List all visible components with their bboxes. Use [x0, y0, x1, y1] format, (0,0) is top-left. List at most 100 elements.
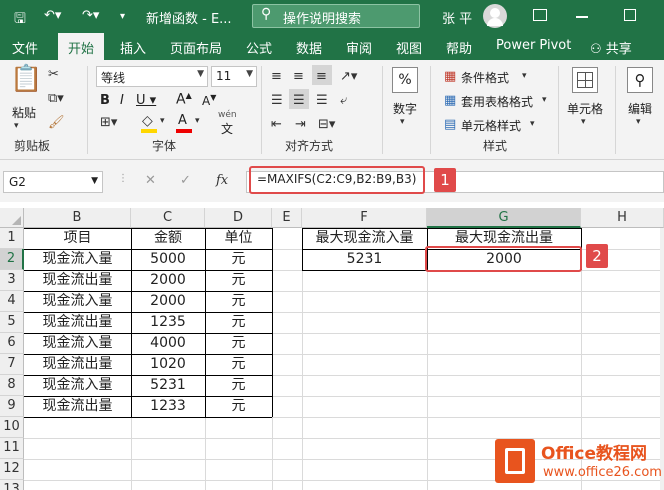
table-cell[interactable]: 现金流出量 — [24, 270, 131, 291]
tab-page-layout[interactable]: 页面布局 — [170, 38, 222, 57]
tab-home[interactable]: 开始 — [58, 33, 104, 60]
percent-icon[interactable]: % — [392, 67, 418, 93]
tab-formulas[interactable]: 公式 — [246, 38, 272, 57]
insert-function-icon[interactable]: fx — [216, 174, 228, 187]
share-button[interactable]: ⚇ 共享 — [590, 38, 632, 57]
fill-color-icon[interactable]: ◇ — [142, 114, 153, 128]
conditional-format-button[interactable]: 条件格式 — [461, 69, 509, 86]
row-header-5[interactable]: 5 — [0, 312, 24, 333]
paste-button[interactable]: 粘贴 — [12, 104, 36, 121]
row-header-9[interactable]: 9 — [0, 396, 24, 417]
column-header-d[interactable]: D — [205, 208, 272, 228]
format-painter-icon[interactable]: 🖌 — [48, 116, 65, 129]
column-header-h[interactable]: H — [581, 208, 664, 228]
table-cell[interactable]: 现金流入量 — [24, 375, 131, 396]
search-box[interactable]: ⚲ 操作说明搜索 — [252, 4, 420, 28]
row-header-7[interactable]: 7 — [0, 354, 24, 375]
tab-data[interactable]: 数据 — [296, 38, 322, 57]
font-grow-icon[interactable]: A▲ — [176, 91, 192, 108]
chevron-down-icon[interactable]: ▾ — [581, 118, 586, 127]
table-cell[interactable]: 1020 — [131, 354, 205, 375]
tab-review[interactable]: 审阅 — [346, 38, 372, 57]
underline-button[interactable]: U ▾ — [136, 93, 156, 108]
bold-button[interactable]: B — [100, 93, 110, 108]
decrease-indent-icon[interactable]: ⇤ — [271, 118, 282, 131]
row-header-10[interactable]: 10 — [0, 417, 24, 438]
table-cell[interactable]: 2000 — [131, 291, 205, 312]
table-cell[interactable]: 元 — [205, 291, 272, 312]
column-header-b[interactable]: B — [24, 208, 131, 228]
paste-icon[interactable]: 📋 — [10, 66, 42, 92]
avatar[interactable] — [483, 4, 507, 28]
chevron-down-icon[interactable]: ▾ — [195, 117, 200, 126]
column-header-g[interactable]: G — [427, 208, 581, 228]
phonetic-icon[interactable]: wén — [218, 110, 237, 120]
customize-toolbar-icon[interactable]: ▾ — [120, 11, 125, 22]
chevron-down-icon[interactable]: ▾ — [542, 96, 547, 105]
ribbon-display-icon[interactable] — [533, 9, 547, 21]
row-header-4[interactable]: 4 — [0, 291, 24, 312]
increase-indent-icon[interactable]: ⇥ — [295, 118, 306, 131]
copy-icon[interactable]: ⧉▾ — [48, 92, 64, 105]
table-cell[interactable]: 元 — [205, 249, 272, 270]
table-cell[interactable]: 元 — [205, 333, 272, 354]
table-cell[interactable]: 现金流入量 — [24, 333, 131, 354]
table-cell[interactable]: 1235 — [131, 312, 205, 333]
table-cell[interactable]: 现金流出量 — [24, 354, 131, 375]
header-cell-max-inflow[interactable]: 最大现金流入量 — [302, 228, 427, 249]
align-top-icon[interactable]: ≡ — [271, 70, 282, 83]
table-cell[interactable]: 元 — [205, 270, 272, 291]
minimize-icon[interactable] — [576, 16, 588, 18]
align-middle-icon[interactable]: ≡ — [293, 70, 304, 83]
table-cell[interactable]: 现金流入量 — [24, 291, 131, 312]
chevron-down-icon[interactable]: ▾ — [636, 118, 641, 127]
font-name-combo[interactable]: 等线 ▼ — [96, 66, 208, 87]
max-inflow-value[interactable]: 5231 — [302, 249, 427, 270]
name-box[interactable]: G2 ▼ — [3, 171, 103, 193]
italic-button[interactable]: I — [120, 93, 124, 108]
wrap-text-icon[interactable]: ⤶ — [340, 94, 347, 107]
chevron-down-icon[interactable]: ▾ — [160, 117, 165, 126]
table-cell[interactable]: 元 — [205, 354, 272, 375]
column-header-f[interactable]: F — [302, 208, 427, 228]
font-color-icon[interactable]: A — [178, 113, 187, 128]
save-icon[interactable]: 🖫 — [14, 8, 26, 32]
row-header-11[interactable]: 11 — [0, 438, 24, 459]
row-header-6[interactable]: 6 — [0, 333, 24, 354]
cells-icon[interactable] — [572, 67, 598, 93]
number-button[interactable]: 数字 — [393, 100, 417, 117]
table-cell[interactable]: 现金流出量 — [24, 312, 131, 333]
select-all-corner[interactable] — [0, 208, 24, 228]
table-cell[interactable]: 2000 — [131, 270, 205, 291]
align-center-button[interactable]: ☰ — [289, 89, 309, 109]
table-cell[interactable]: 元 — [205, 375, 272, 396]
tab-file[interactable]: 文件 — [12, 38, 38, 57]
magnifier-icon[interactable]: ⚲ — [627, 67, 653, 93]
column-header-e[interactable]: E — [272, 208, 302, 228]
tab-insert[interactable]: 插入 — [120, 38, 146, 57]
paste-dropdown-icon[interactable]: ▾ — [14, 122, 19, 131]
header-cell-unit[interactable]: 单位 — [205, 228, 272, 249]
redo-icon[interactable]: ↷▾ — [82, 8, 99, 23]
table-cell[interactable]: 5000 — [131, 249, 205, 270]
orientation-icon[interactable]: ↗▾ — [340, 70, 357, 83]
row-header-2[interactable]: 2 — [0, 249, 24, 270]
cell-style-button[interactable]: 单元格样式 — [461, 117, 521, 134]
cells-button[interactable]: 单元格 — [567, 100, 603, 117]
row-header-3[interactable]: 3 — [0, 270, 24, 291]
table-cell[interactable]: 元 — [205, 396, 272, 417]
maximize-icon[interactable] — [624, 9, 636, 21]
border-icon[interactable]: ⊞▾ — [100, 116, 117, 129]
header-cell-item[interactable]: 项目 — [24, 228, 131, 249]
row-header-8[interactable]: 8 — [0, 375, 24, 396]
table-cell[interactable]: 元 — [205, 312, 272, 333]
align-left-icon[interactable]: ☰ — [271, 94, 283, 107]
table-format-button[interactable]: 套用表格格式 — [461, 93, 533, 110]
font-size-combo[interactable]: 11 ▼ — [211, 66, 257, 87]
row-header-12[interactable]: 12 — [0, 459, 24, 480]
tab-power-pivot[interactable]: Power Pivot — [496, 38, 571, 53]
align-bottom-button[interactable]: ≡ — [312, 65, 332, 85]
chevron-down-icon[interactable]: ▾ — [530, 120, 535, 129]
table-cell[interactable]: 1233 — [131, 396, 205, 417]
undo-icon[interactable]: ↶▾ — [44, 8, 61, 23]
